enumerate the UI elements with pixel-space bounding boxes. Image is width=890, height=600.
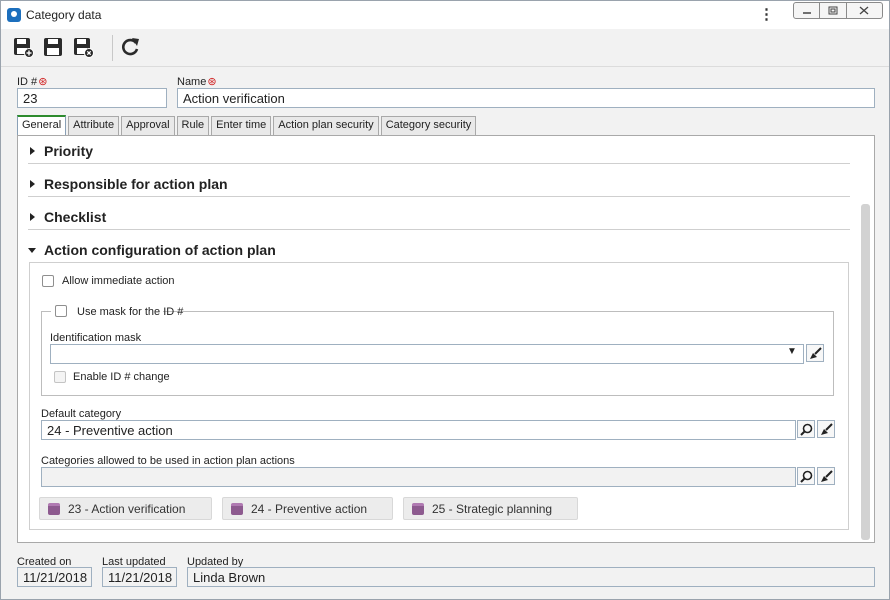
section-title: Checklist bbox=[44, 209, 107, 225]
clear-default-category-button[interactable] bbox=[817, 420, 835, 438]
use-mask-checkbox[interactable] bbox=[55, 305, 67, 317]
section-checklist[interactable]: Checklist bbox=[28, 206, 850, 230]
panel-scrollbar[interactable] bbox=[861, 204, 870, 540]
window-controls bbox=[793, 2, 883, 19]
tab-attribute[interactable]: Attribute bbox=[68, 116, 120, 135]
category-tag[interactable]: 24 - Preventive action bbox=[222, 497, 393, 520]
expand-arrow-icon bbox=[30, 180, 35, 188]
broom-icon bbox=[820, 469, 833, 482]
more-options-icon[interactable]: ⋮ bbox=[759, 6, 774, 24]
tab-bar: General Attribute Approval Rule Enter ti… bbox=[17, 115, 478, 135]
name-field[interactable]: Action verification bbox=[177, 88, 875, 108]
section-title: Responsible for action plan bbox=[44, 176, 228, 192]
dropdown-arrow-icon[interactable]: ▼ bbox=[787, 346, 797, 357]
allowed-categories-label: Categories allowed to be used in action … bbox=[41, 455, 295, 467]
identification-mask-select[interactable] bbox=[50, 344, 804, 364]
last-updated-field: 11/21/2018 bbox=[102, 567, 177, 587]
broom-icon bbox=[820, 422, 833, 435]
tab-category-security[interactable]: Category security bbox=[380, 116, 477, 135]
required-icon: ⊛ bbox=[207, 76, 217, 88]
allow-immediate-action-label: Allow immediate action bbox=[62, 275, 175, 287]
search-icon bbox=[799, 470, 812, 483]
section-priority[interactable]: Priority bbox=[28, 140, 850, 164]
enable-id-change-checkbox[interactable] bbox=[54, 371, 66, 383]
category-icon bbox=[231, 503, 243, 515]
save-button[interactable] bbox=[41, 35, 65, 59]
minimize-button[interactable] bbox=[794, 3, 821, 18]
tab-approval[interactable]: Approval bbox=[121, 116, 175, 135]
window-title: Category data bbox=[26, 8, 102, 22]
app-logo-icon bbox=[7, 8, 21, 22]
section-action-configuration[interactable]: Action configuration of action plan bbox=[28, 239, 850, 263]
minimize-icon bbox=[802, 11, 811, 14]
name-label: Name⊛ bbox=[177, 76, 217, 88]
required-icon: ⊛ bbox=[38, 76, 48, 88]
refresh-icon bbox=[122, 38, 139, 56]
close-icon bbox=[859, 6, 869, 15]
search-icon bbox=[799, 423, 812, 436]
category-icon bbox=[412, 503, 424, 515]
updated-by-field: Linda Brown bbox=[187, 567, 875, 587]
save-new-icon bbox=[14, 38, 34, 58]
tab-action-plan-security[interactable]: Action plan security bbox=[273, 116, 379, 135]
toolbar bbox=[1, 29, 889, 67]
allow-immediate-action-checkbox[interactable] bbox=[42, 275, 54, 287]
tab-rule[interactable]: Rule bbox=[176, 116, 210, 135]
category-tag[interactable]: 25 - Strategic planning bbox=[403, 497, 578, 520]
save-close-icon bbox=[74, 38, 94, 58]
use-mask-legend: Use mask for the ID # bbox=[51, 303, 183, 319]
use-mask-label: Use mask for the ID # bbox=[77, 306, 184, 318]
broom-icon bbox=[809, 346, 822, 359]
section-responsible-for-action-plan[interactable]: Responsible for action plan bbox=[28, 173, 850, 197]
save-close-button[interactable] bbox=[71, 35, 95, 59]
clear-mask-button[interactable] bbox=[806, 344, 824, 362]
restore-icon bbox=[828, 6, 838, 15]
identification-mask-label: Identification mask bbox=[50, 332, 142, 344]
category-data-window: Category data ⋮ ID #⊛ 23 Name⊛ Action ve… bbox=[0, 0, 890, 600]
refresh-button[interactable] bbox=[118, 35, 142, 59]
toolbar-separator bbox=[112, 35, 113, 61]
search-default-category-button[interactable] bbox=[797, 420, 815, 438]
default-category-field[interactable]: 24 - Preventive action bbox=[41, 420, 796, 440]
clear-allowed-categories-button[interactable] bbox=[817, 467, 835, 485]
tab-enter-time[interactable]: Enter time bbox=[211, 116, 272, 135]
category-tag[interactable]: 23 - Action verification bbox=[39, 497, 212, 520]
section-title: Action configuration of action plan bbox=[44, 242, 276, 258]
allowed-categories-field[interactable] bbox=[41, 467, 796, 487]
expand-arrow-icon bbox=[30, 213, 35, 221]
section-title: Priority bbox=[44, 143, 94, 159]
save-new-button[interactable] bbox=[11, 35, 35, 59]
id-label: ID #⊛ bbox=[17, 76, 48, 88]
id-field[interactable]: 23 bbox=[17, 88, 167, 108]
save-icon bbox=[44, 38, 62, 56]
search-allowed-categories-button[interactable] bbox=[797, 467, 815, 485]
enable-id-change-label: Enable ID # change bbox=[73, 371, 170, 383]
default-category-label: Default category bbox=[41, 408, 122, 420]
category-icon bbox=[48, 503, 60, 515]
created-on-field: 11/21/2018 bbox=[17, 567, 92, 587]
expand-arrow-icon bbox=[30, 147, 35, 155]
title-bar: Category data ⋮ bbox=[1, 1, 889, 29]
tab-general[interactable]: General bbox=[17, 115, 67, 135]
maximize-button[interactable] bbox=[820, 3, 847, 18]
collapse-arrow-icon bbox=[28, 248, 36, 253]
close-button[interactable] bbox=[847, 3, 882, 18]
